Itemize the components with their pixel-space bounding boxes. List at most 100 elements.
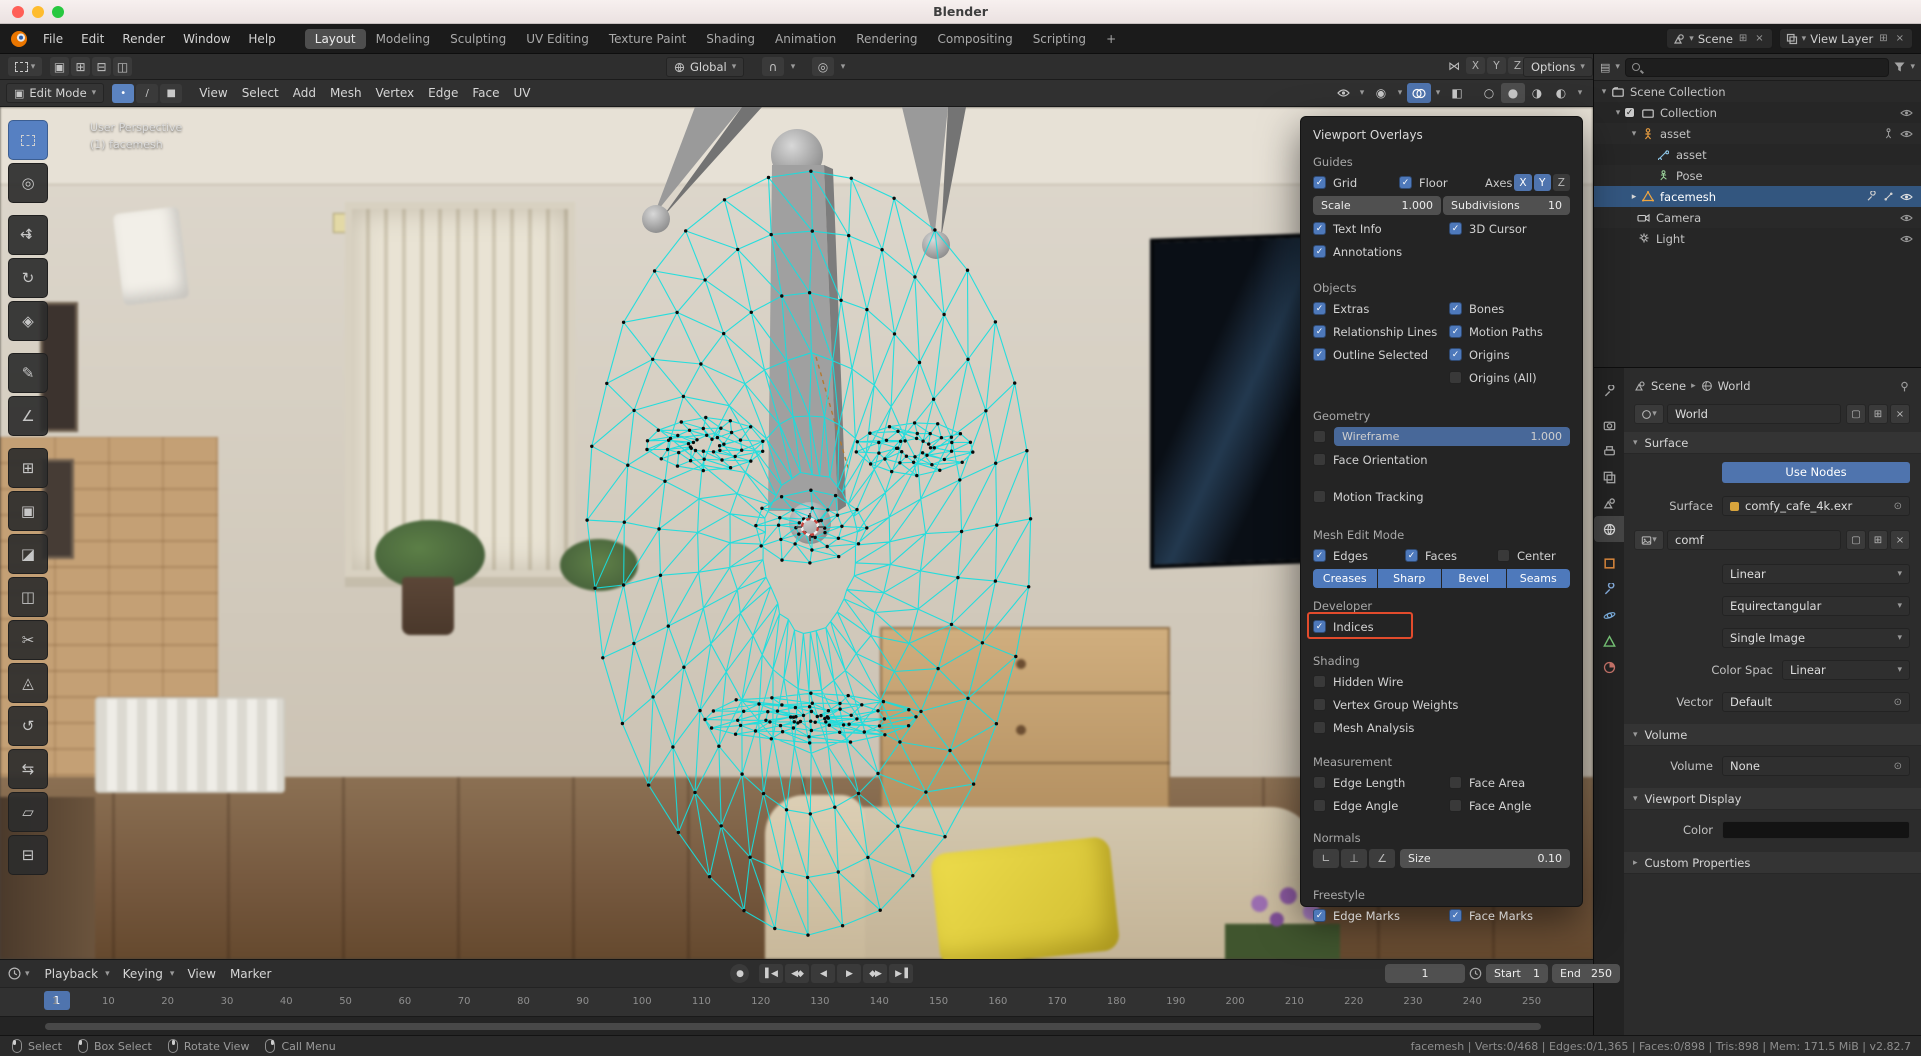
outliner-row-camera[interactable]: Camera [1594, 207, 1921, 228]
mirror-y-button[interactable]: Y [1487, 57, 1506, 74]
face-angle-checkbox[interactable]: Face Angle [1449, 799, 1531, 813]
image-browse-dropdown[interactable]: ▾ [1634, 530, 1664, 550]
breadcrumb-world[interactable]: World [1718, 379, 1751, 393]
face-area-checkbox[interactable]: Face Area [1449, 776, 1525, 790]
tool-edge-slide[interactable]: ⇆ [8, 749, 48, 789]
horizontal-scrollbar[interactable] [45, 1023, 1541, 1030]
axis-y-toggle[interactable]: Y [1534, 174, 1551, 191]
normals-size-slider[interactable]: Size0.10 [1400, 849, 1570, 868]
fake-user-shield-button[interactable]: ▢ [1846, 530, 1866, 550]
menu-file[interactable]: File [34, 29, 72, 49]
tool-spin[interactable]: ↺ [8, 706, 48, 746]
projection-dropdown[interactable]: Equirectangular▾ [1722, 596, 1910, 616]
auto-keying-record-button[interactable]: ● [730, 964, 749, 983]
chevron-down-icon[interactable]: ▾ [1355, 83, 1369, 103]
wireframe-slider[interactable]: Wireframe1.000 [1334, 427, 1570, 446]
start-frame-field[interactable]: Start1 [1486, 964, 1548, 983]
material-shading-icon[interactable]: ◑ [1525, 83, 1549, 103]
outliner-editor-type-icon[interactable]: ▤ [1600, 61, 1610, 74]
duplicate-image-button[interactable]: ⊞ [1868, 530, 1888, 550]
workspace-tab-sculpting[interactable]: Sculpting [440, 29, 516, 49]
menu-marker[interactable]: Marker [223, 964, 278, 984]
unlink-image-button[interactable]: × [1890, 530, 1910, 550]
edge-length-checkbox[interactable]: Edge Length [1313, 776, 1449, 790]
filter-funnel-icon[interactable] [1894, 62, 1905, 72]
transform-orientation-dropdown[interactable]: Global ▾ [666, 57, 744, 77]
volume-dropdown[interactable]: None⊙ [1722, 756, 1910, 776]
tool-annotate[interactable]: ✎ [8, 353, 48, 393]
minimize-window-button[interactable] [32, 6, 44, 18]
edge-marks-checkbox[interactable]: ✓Edge Marks [1313, 909, 1449, 923]
proportional-editing-icon[interactable]: ◎ [812, 57, 834, 76]
menu-view[interactable]: View [192, 83, 234, 103]
grid-subdivisions-slider[interactable]: Subdivisions10 [1443, 196, 1570, 215]
menu-uv[interactable]: UV [506, 83, 537, 103]
tab-output[interactable] [1594, 438, 1624, 464]
tool-knife[interactable]: ✂ [8, 620, 48, 660]
tab-view-layer[interactable] [1594, 464, 1624, 490]
menu-help[interactable]: Help [239, 29, 284, 49]
face-normals-icon[interactable]: ∠ [1369, 849, 1395, 868]
sharp-button[interactable]: Sharp [1378, 569, 1442, 588]
viewport-color-swatch[interactable] [1722, 821, 1910, 839]
outline-selected-checkbox[interactable]: ✓Outline Selected [1313, 348, 1449, 362]
floor-checkbox[interactable]: ✓Floor [1399, 176, 1485, 190]
hidden-wire-checkbox[interactable]: Hidden Wire [1313, 675, 1403, 689]
chevron-down-icon[interactable]: ▾ [1573, 83, 1587, 103]
solid-shading-icon[interactable]: ● [1501, 83, 1525, 103]
vertex-normals-icon[interactable]: ∟ [1313, 849, 1339, 868]
select-mode-subtract-icon[interactable]: ⊟ [92, 57, 111, 76]
jump-to-start-button[interactable]: ▌◀ [759, 964, 783, 983]
tab-modifiers[interactable] [1594, 576, 1624, 602]
hide-eye-icon[interactable] [1900, 213, 1913, 223]
split-normals-icon[interactable]: ⊥ [1341, 849, 1367, 868]
tool-measure[interactable]: ∠ [8, 396, 48, 436]
chevron-down-icon[interactable]: ▾ [1910, 62, 1915, 72]
face-orientation-checkbox[interactable]: Face Orientation [1313, 453, 1428, 467]
tool-shear[interactable]: ▱ [8, 792, 48, 832]
close-window-button[interactable] [12, 6, 24, 18]
face-select-mode-button[interactable]: ■ [160, 84, 182, 103]
current-frame-field[interactable]: 1 [1385, 964, 1465, 983]
outliner-search-input[interactable] [1625, 58, 1890, 77]
hide-eye-icon[interactable] [1900, 192, 1913, 202]
origins-checkbox[interactable]: ✓Origins [1449, 348, 1510, 362]
workspace-tab-scripting[interactable]: Scripting [1023, 29, 1096, 49]
menu-vertex[interactable]: Vertex [369, 83, 422, 103]
faces-checkbox[interactable]: ✓Faces [1405, 549, 1497, 563]
new-world-button[interactable]: ⊞ [1868, 404, 1888, 424]
center-checkbox[interactable]: Center [1497, 549, 1556, 563]
new-view-layer-button[interactable]: ⊞ [1877, 33, 1889, 44]
image-name-field[interactable]: comf [1667, 530, 1841, 550]
bevel-button[interactable]: Bevel [1442, 569, 1506, 588]
hide-eye-icon[interactable] [1900, 129, 1913, 139]
new-scene-button[interactable]: ⊞ [1737, 33, 1749, 44]
grid-scale-slider[interactable]: Scale1.000 [1313, 196, 1441, 215]
edge-angle-checkbox[interactable]: Edge Angle [1313, 799, 1449, 813]
add-workspace-button[interactable]: + [1096, 29, 1126, 49]
view-layer-selector[interactable]: ▾ View Layer ⊞ × [1779, 28, 1913, 49]
vertex-select-mode-button[interactable]: • [112, 84, 134, 103]
indices-checkbox[interactable]: ✓Indices [1313, 620, 1374, 634]
options-dropdown[interactable]: Options ▾ [1523, 57, 1593, 77]
jump-to-prev-keyframe-button[interactable]: ◀◆ [785, 964, 809, 983]
tool-poly-build[interactable]: ◬ [8, 663, 48, 703]
menu-edge[interactable]: Edge [421, 83, 465, 103]
menu-add[interactable]: Add [286, 83, 323, 103]
disclosure-triangle-icon[interactable]: ▾ [1628, 129, 1640, 139]
interpolation-dropdown[interactable]: Linear▾ [1722, 564, 1910, 584]
overlays-icon[interactable] [1407, 83, 1431, 103]
disclosure-triangle-icon[interactable]: ▸ [1628, 192, 1640, 202]
tab-render[interactable] [1594, 412, 1624, 438]
workspace-tab-shading[interactable]: Shading [696, 29, 765, 49]
outliner-row-pose[interactable]: Pose [1594, 165, 1921, 186]
menu-face[interactable]: Face [465, 83, 506, 103]
pin-icon[interactable] [1899, 381, 1910, 392]
world-browse-dropdown[interactable]: ▾ [1634, 404, 1664, 424]
hide-eye-icon[interactable] [1900, 234, 1913, 244]
workspace-tab-compositing[interactable]: Compositing [927, 29, 1022, 49]
motion-tracking-checkbox[interactable]: Motion Tracking [1313, 490, 1424, 504]
edge-select-mode-button[interactable]: / [136, 84, 158, 103]
gizmos-icon[interactable]: ◉ [1369, 83, 1393, 103]
tab-material[interactable] [1594, 654, 1624, 680]
